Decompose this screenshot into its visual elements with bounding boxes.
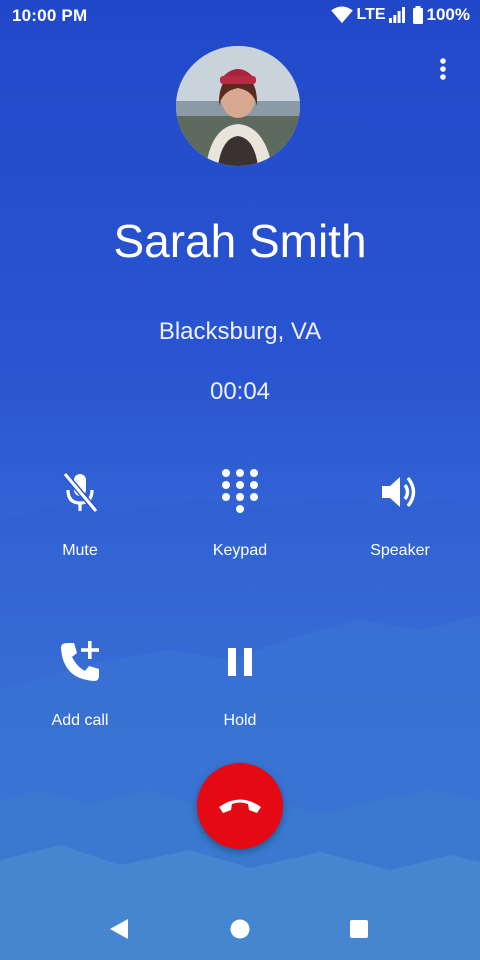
status-time: 10:00 PM	[12, 6, 88, 25]
avatar	[176, 46, 300, 166]
home-button[interactable]	[225, 914, 255, 944]
navigation-bar	[0, 900, 480, 960]
speaker-label: Speaker	[370, 542, 430, 559]
call-timer: 00:04	[209, 378, 271, 405]
status-icons: LTE 100%	[331, 5, 470, 25]
more-options-button[interactable]	[428, 54, 458, 84]
keypad-button[interactable]: Keypad	[180, 468, 300, 578]
add-call-label: Add call	[51, 712, 109, 729]
home-circle-icon	[230, 919, 250, 939]
wifi-icon	[331, 6, 354, 24]
caller-name: Sarah Smith	[113, 215, 367, 267]
recents-button[interactable]	[344, 914, 374, 944]
caller-location: Blacksburg, VA	[158, 318, 322, 345]
mic-off-icon	[62, 472, 99, 513]
contact-photo	[176, 46, 300, 166]
recents-square-icon	[350, 920, 368, 938]
volume-up-icon	[382, 476, 416, 508]
more-vert-icon	[440, 58, 446, 80]
hold-label: Hold	[223, 712, 257, 729]
dialpad-icon	[222, 469, 258, 513]
signal-icon	[388, 7, 405, 23]
add-call-icon	[61, 641, 99, 681]
call-end-icon	[219, 799, 261, 813]
back-button[interactable]	[104, 914, 134, 944]
hold-button[interactable]: Hold	[180, 638, 300, 748]
network-type: LTE	[356, 6, 386, 23]
end-call-button[interactable]	[197, 763, 283, 849]
back-triangle-icon	[110, 919, 128, 939]
pause-icon	[228, 648, 252, 676]
keypad-label: Keypad	[212, 542, 268, 559]
add-call-button[interactable]: Add call	[20, 638, 140, 748]
status-bar: 10:00 PM LTE 100%	[0, 0, 480, 32]
battery-icon	[412, 6, 423, 24]
speaker-button[interactable]: Speaker	[340, 468, 460, 578]
battery-percent: 100%	[426, 5, 470, 24]
mute-label: Mute	[62, 542, 98, 559]
mute-button[interactable]: Mute	[20, 468, 140, 578]
